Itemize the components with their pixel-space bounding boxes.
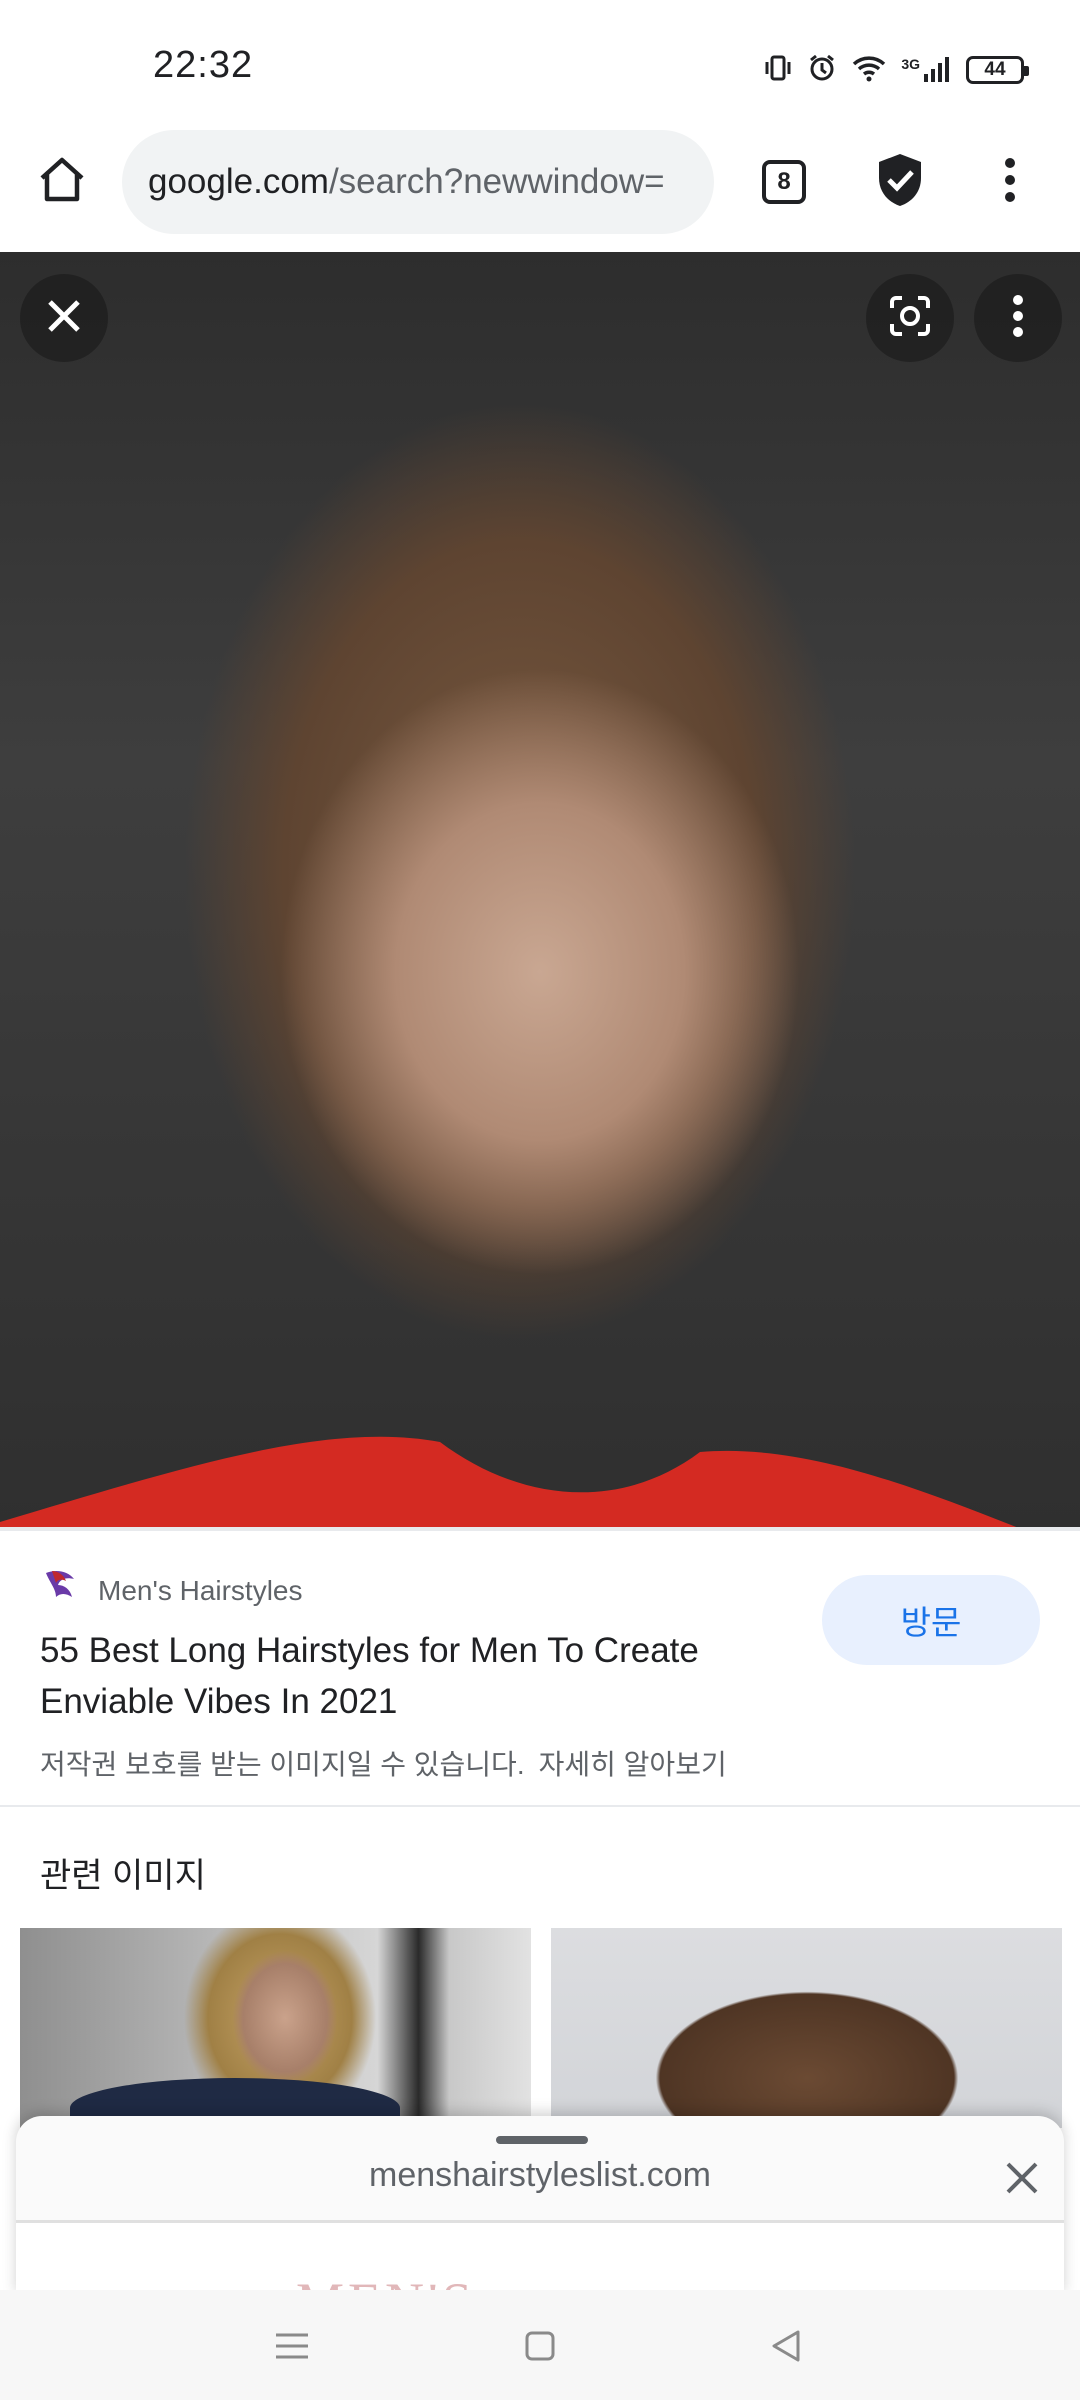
site-preview-sheet[interactable]: menshairstyleslist.com MEN'S: [16, 2116, 1064, 2296]
result-title-link[interactable]: 55 Best Long Hairstyles for Men To Creat…: [40, 1625, 800, 1727]
battery-icon: 44: [966, 56, 1029, 84]
drag-handle[interactable]: [496, 2136, 588, 2144]
close-icon: [44, 296, 84, 341]
status-time: 22:32: [153, 44, 254, 86]
recents-icon: [274, 2331, 310, 2366]
url-path: /search?newwindow=: [328, 162, 665, 201]
shield-check-icon: [875, 152, 925, 213]
google-lens-icon: [888, 294, 932, 343]
home-nav-button[interactable]: [510, 2318, 570, 2378]
tab-count: 8: [777, 168, 791, 195]
home-button[interactable]: [30, 150, 94, 214]
home-icon: [36, 154, 88, 211]
close-icon: [1004, 2160, 1040, 2201]
back-button[interactable]: [756, 2318, 816, 2378]
back-triangle-icon: [768, 2328, 804, 2369]
battery-level: 44: [984, 59, 1006, 80]
alarm-icon: [807, 53, 837, 88]
status-icons: 3G 44: [763, 50, 1029, 90]
viewer-more-button[interactable]: [974, 274, 1062, 362]
square-icon: [524, 2330, 556, 2367]
related-image-thumbnail[interactable]: [551, 1928, 1062, 2128]
vibrate-icon: [763, 53, 793, 88]
related-image-thumbnail[interactable]: [20, 1928, 531, 2128]
network-type-label: 3G: [901, 56, 920, 72]
system-nav-bar: [0, 2290, 1080, 2400]
learn-more-link[interactable]: 자세히 알아보기: [539, 1749, 727, 1780]
sheet-url: menshairstyleslist.com: [369, 2156, 711, 2194]
visit-button[interactable]: 방문: [822, 1575, 1040, 1665]
close-sheet-button[interactable]: [994, 2152, 1050, 2208]
url-text: google.com/search?newwindow=: [148, 162, 665, 202]
more-vert-icon: [1012, 294, 1024, 343]
site-name[interactable]: Men's Hairstyles: [98, 1575, 303, 1607]
more-vert-icon: [1003, 156, 1017, 209]
address-bar[interactable]: google.com/search?newwindow=: [122, 130, 714, 234]
status-bar: 22:32 3G 44: [0, 0, 1080, 120]
cell-signal-icon: 3G: [901, 56, 952, 84]
image-source-panel: Men's Hairstyles 55 Best Long Hairstyles…: [0, 1527, 1080, 1807]
sheet-page-preview: MEN'S: [16, 2223, 1064, 2296]
related-images-heading: 관련 이미지: [40, 1857, 206, 1895]
recents-button[interactable]: [262, 2318, 322, 2378]
lens-search-button[interactable]: [866, 274, 954, 362]
copyright-notice: 저작권 보호를 받는 이미지일 수 있습니다. 자세히 알아보기: [40, 1743, 727, 1783]
preview-image[interactable]: [0, 252, 1080, 1527]
browser-menu-button[interactable]: [980, 150, 1040, 214]
section-divider: [0, 1805, 1080, 1807]
close-viewer-button[interactable]: [20, 274, 108, 362]
safety-check-button[interactable]: [868, 150, 932, 214]
tab-switcher-button[interactable]: 8: [762, 160, 806, 204]
site-favicon: [42, 1567, 78, 1607]
copyright-text: 저작권 보호를 받는 이미지일 수 있습니다.: [40, 1749, 525, 1780]
shirt-shape: [0, 1436, 1017, 1527]
url-domain: google.com: [148, 162, 329, 201]
browser-toolbar: google.com/search?newwindow= 8: [0, 120, 1080, 252]
wifi-icon: [851, 53, 887, 88]
